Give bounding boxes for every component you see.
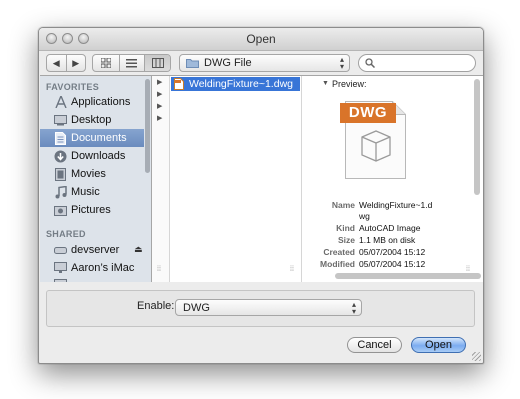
location-popup[interactable]: DWG File ▴ ▾ bbox=[179, 54, 350, 72]
hscroll-thumb[interactable] bbox=[335, 273, 481, 279]
sidebar-item-pictures[interactable]: Pictures bbox=[40, 201, 144, 219]
sidebar-item-documents[interactable]: Documents bbox=[40, 129, 144, 147]
horizontal-scrollbar[interactable] bbox=[152, 272, 483, 281]
disclosure-arrow-icon: ▶ bbox=[157, 115, 163, 122]
search-input[interactable] bbox=[377, 56, 469, 69]
hidden-sidebar-item-icon bbox=[54, 279, 67, 282]
preview-disclosure-icon[interactable]: ▼ bbox=[322, 80, 329, 87]
sidebar-item-movies[interactable]: Movies bbox=[40, 165, 144, 183]
icon-view-button[interactable] bbox=[93, 55, 119, 71]
pictures-icon bbox=[54, 204, 67, 217]
info-key: Kind bbox=[336, 223, 355, 233]
back-button[interactable]: ◀ bbox=[47, 55, 66, 71]
sidebar-item-label: Music bbox=[71, 186, 100, 198]
enable-popup[interactable]: DWG ▴ ▾ bbox=[175, 299, 362, 316]
downloads-icon bbox=[54, 150, 67, 163]
columns-icon bbox=[151, 58, 164, 68]
sidebar-scrollbar[interactable] bbox=[144, 76, 151, 282]
magnifier-icon bbox=[365, 58, 375, 68]
title-bar[interactable]: Open bbox=[39, 28, 483, 51]
open-dialog: Open ◀ ▶ DWG File ▴ ▾ FAVORITES Applicat… bbox=[38, 27, 484, 364]
sidebar-item-desktop[interactable]: Desktop bbox=[40, 111, 144, 129]
info-value: WeldingFixture~1.d bbox=[359, 200, 433, 210]
sidebar-item-applications[interactable]: Applications bbox=[40, 93, 144, 111]
sidebar-item-label: Aaron’s iMac bbox=[71, 262, 135, 274]
file-row[interactable]: WeldingFixture~1.dwg bbox=[171, 77, 300, 91]
movies-icon bbox=[54, 167, 67, 181]
search-field[interactable] bbox=[358, 54, 476, 72]
disclosure-arrow-icon: ▶ bbox=[157, 79, 163, 86]
preview-vertical-scrollbar[interactable] bbox=[473, 78, 481, 270]
info-value: AutoCAD Image bbox=[359, 223, 421, 233]
sidebar-item-label: Documents bbox=[71, 132, 127, 144]
forward-arrow-icon: ▶ bbox=[72, 57, 80, 68]
info-key: Modified bbox=[320, 259, 355, 269]
list-icon bbox=[126, 58, 138, 67]
parent-column: ▶ ▶ ▶ ▶ ⁞⁞ bbox=[152, 76, 170, 282]
back-arrow-icon: ◀ bbox=[52, 57, 60, 68]
list-view-button[interactable] bbox=[118, 55, 145, 71]
sidebar-item-music[interactable]: Music bbox=[40, 183, 144, 201]
documents-icon bbox=[54, 131, 67, 145]
sidebar-item-downloads[interactable]: Downloads bbox=[40, 147, 144, 165]
grid-icon bbox=[100, 58, 111, 68]
forward-button[interactable]: ▶ bbox=[65, 55, 86, 71]
back-forward-control: ◀ ▶ bbox=[46, 54, 86, 72]
info-value: wg bbox=[359, 211, 370, 221]
eject-icon[interactable]: ⏏ bbox=[134, 244, 143, 255]
cancel-button[interactable]: Cancel bbox=[347, 337, 402, 353]
sidebar-scroll-thumb[interactable] bbox=[145, 79, 150, 173]
view-mode-control bbox=[92, 54, 171, 72]
dwg-file-icon bbox=[174, 78, 184, 90]
disclosure-arrow-icon: ▶ bbox=[157, 91, 163, 98]
sidebar-item-label: Applications bbox=[71, 96, 131, 108]
desktop-icon bbox=[54, 114, 67, 127]
sidebar: FAVORITES Applications Desktop Documents… bbox=[40, 75, 151, 282]
favorites-header: FAVORITES bbox=[46, 82, 100, 92]
imac-icon bbox=[54, 262, 67, 275]
sidebar-item-devserver[interactable]: devserver ⏏ bbox=[40, 241, 144, 259]
enable-label: Enable: bbox=[137, 300, 175, 312]
info-value: 05/07/2004 15:12 bbox=[359, 247, 426, 257]
info-value: 1.1 MB on disk bbox=[359, 235, 416, 245]
resize-grip-icon[interactable] bbox=[472, 352, 481, 361]
info-key: Created bbox=[323, 247, 355, 257]
sidebar-item-label: Downloads bbox=[71, 150, 126, 162]
column-view-button[interactable] bbox=[144, 55, 170, 71]
preview-column: ▼ Preview: DWG Name WeldingFixture~1.d w… bbox=[302, 76, 483, 282]
sidebar-item-label: devserver bbox=[71, 244, 120, 256]
info-value: 05/07/2004 15:12 bbox=[359, 259, 426, 269]
music-icon bbox=[54, 185, 67, 199]
options-panel: Enable: DWG ▴ ▾ bbox=[46, 290, 475, 327]
files-column: WeldingFixture~1.dwg ⁞⁞ bbox=[170, 76, 302, 282]
applications-icon bbox=[54, 96, 67, 109]
popup-arrows-icon: ▴ ▾ bbox=[339, 55, 344, 71]
info-key: Name bbox=[331, 200, 355, 210]
shared-header: SHARED bbox=[46, 229, 86, 239]
sidebar-item-label: Movies bbox=[71, 168, 106, 180]
server-icon bbox=[54, 244, 67, 257]
sidebar-item-label: Desktop bbox=[71, 114, 112, 126]
dwg-badge-label: DWG bbox=[348, 104, 388, 121]
file-name: WeldingFixture~1.dwg bbox=[189, 78, 293, 90]
enable-value: DWG bbox=[183, 302, 210, 314]
window-title: Open bbox=[246, 32, 276, 46]
dwg-document-icon: DWG bbox=[340, 95, 409, 182]
folder-icon bbox=[186, 59, 199, 68]
preview-vscroll-thumb[interactable] bbox=[474, 79, 480, 195]
file-browser: ▶ ▶ ▶ ▶ ⁞⁞ WeldingFixture~1.dwg ⁞⁞ ▼ Pre… bbox=[151, 75, 483, 282]
info-key: Size bbox=[337, 235, 355, 245]
sidebar-item-label: Pictures bbox=[71, 204, 111, 216]
open-button[interactable]: Open bbox=[411, 337, 466, 353]
disclosure-arrow-icon: ▶ bbox=[157, 103, 163, 110]
toolbar: ◀ ▶ DWG File ▴ ▾ bbox=[39, 51, 483, 75]
location-label: DWG File bbox=[204, 57, 252, 69]
preview-header: Preview: bbox=[332, 79, 367, 89]
popup-arrows-icon: ▴ ▾ bbox=[351, 300, 356, 316]
sidebar-item-aarons-imac[interactable]: Aaron’s iMac bbox=[40, 259, 144, 277]
